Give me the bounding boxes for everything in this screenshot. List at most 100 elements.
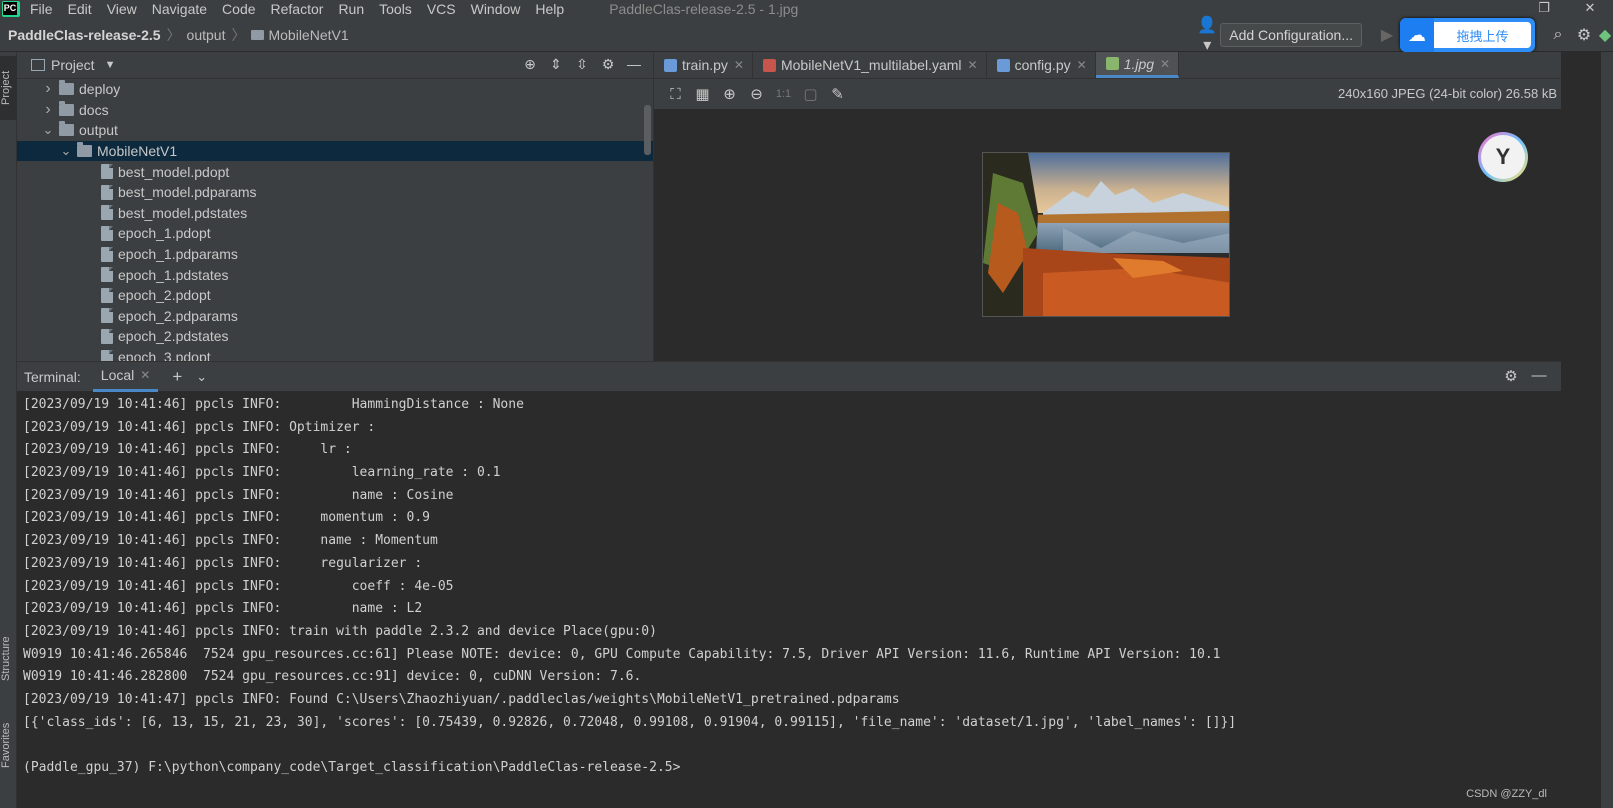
editor-tab-label: config.py bbox=[1014, 57, 1071, 73]
terminal-header: Terminal: Local ✕ + ⌄ ⚙ — bbox=[17, 361, 1561, 392]
gear-icon[interactable]: ⚙ bbox=[1497, 367, 1525, 385]
terminal-line: W0919 10:41:46.282800 7524 gpu_resources… bbox=[23, 669, 642, 685]
assistant-avatar[interactable]: Y bbox=[1478, 132, 1528, 182]
tree-file[interactable]: epoch_2.pdopt bbox=[17, 285, 653, 306]
tree-folder[interactable]: ⌄ MobileNetV1 bbox=[17, 140, 653, 162]
project-panel-title[interactable]: Project bbox=[51, 57, 95, 73]
hide-icon[interactable]: — bbox=[1525, 367, 1553, 385]
structure-tool-tab[interactable]: Structure bbox=[0, 624, 17, 694]
tree-file[interactable]: epoch_1.pdopt bbox=[17, 223, 653, 244]
terminal-line: [{'class_ids': [6, 13, 15, 21, 23, 30], … bbox=[23, 714, 1237, 730]
landscape-image bbox=[983, 153, 1229, 316]
terminal-line: [2023/09/19 10:41:46] ppcls INFO: learni… bbox=[23, 465, 501, 481]
grid-icon[interactable]: ▦ bbox=[689, 85, 716, 103]
tree-file[interactable]: epoch_2.pdstates bbox=[17, 326, 653, 347]
terminal-line: [2023/09/19 10:41:46] ppcls INFO: Optimi… bbox=[23, 419, 376, 435]
navigation-bar: PaddleClas-release-2.5 〉 output 〉 Mobile… bbox=[0, 15, 1613, 55]
editor-tab[interactable]: 1.jpg ✕ bbox=[1095, 52, 1180, 78]
tree-folder[interactable]: › docs bbox=[17, 100, 653, 121]
editor-tab[interactable]: train.py ✕ bbox=[654, 52, 753, 78]
search-icon[interactable]: ⌕ bbox=[1545, 26, 1571, 44]
chevron-right-icon[interactable]: › bbox=[41, 80, 55, 98]
hide-icon[interactable]: — bbox=[621, 56, 647, 73]
folder-icon bbox=[59, 121, 74, 137]
file-type-icon bbox=[664, 58, 677, 72]
menu-run[interactable]: Run bbox=[338, 1, 364, 17]
breadcrumb-project[interactable]: PaddleClas-release-2.5 bbox=[8, 27, 161, 43]
color-picker-icon[interactable]: ✎ bbox=[824, 85, 851, 103]
zoom-out-icon[interactable]: ⊖ bbox=[743, 85, 770, 103]
background-icon[interactable]: ▢ bbox=[797, 85, 824, 103]
add-configuration-button[interactable]: Add Configuration... bbox=[1220, 23, 1362, 47]
tree-file[interactable]: epoch_1.pdparams bbox=[17, 244, 653, 265]
terminal-output[interactable]: [2023/09/19 10:41:46] ppcls INFO: Hammin… bbox=[17, 391, 1561, 780]
editor-tab[interactable]: config.py ✕ bbox=[987, 52, 1096, 78]
menu-code[interactable]: Code bbox=[222, 1, 255, 17]
close-icon[interactable]: ✕ bbox=[1077, 58, 1087, 72]
close-icon[interactable]: ✕ bbox=[734, 58, 744, 72]
folder-icon bbox=[59, 100, 74, 116]
locate-icon[interactable]: ⊕ bbox=[517, 56, 543, 73]
gear-icon[interactable]: ⚙ bbox=[1571, 25, 1597, 45]
close-icon[interactable]: ✕ bbox=[968, 58, 978, 72]
plugin-icon[interactable]: ◆ bbox=[1597, 25, 1613, 45]
tree-folder[interactable]: ⌄ output bbox=[17, 120, 653, 141]
close-window-icon[interactable]: ✕ bbox=[1567, 0, 1613, 16]
menu-refactor[interactable]: Refactor bbox=[271, 1, 324, 17]
menu-view[interactable]: View bbox=[107, 1, 137, 17]
menu-bar: File Edit View Navigate Code Refactor Ru… bbox=[0, 0, 1613, 18]
restore-window-icon[interactable]: ❐ bbox=[1521, 0, 1567, 16]
tree-file[interactable]: best_model.pdstates bbox=[17, 203, 653, 224]
menu-help[interactable]: Help bbox=[535, 1, 564, 17]
close-icon[interactable]: ✕ bbox=[140, 368, 150, 382]
terminal-line: [2023/09/19 10:41:46] ppcls INFO: train … bbox=[23, 623, 657, 639]
breadcrumb-mobilenetv1[interactable]: MobileNetV1 bbox=[268, 27, 348, 43]
tree-file[interactable]: best_model.pdopt bbox=[17, 161, 653, 182]
menu-tools[interactable]: Tools bbox=[379, 1, 412, 17]
breadcrumb: PaddleClas-release-2.5 〉 output 〉 Mobile… bbox=[8, 25, 349, 45]
actual-size-button[interactable]: 1:1 bbox=[770, 88, 797, 100]
chevron-down-icon[interactable]: ⌄ bbox=[196, 369, 207, 385]
tree-file[interactable]: epoch_1.pdstates bbox=[17, 264, 653, 285]
chevron-right-icon[interactable]: › bbox=[41, 101, 55, 119]
chevron-down-icon[interactable]: ⌄ bbox=[41, 122, 55, 138]
terminal-title: Terminal: bbox=[24, 368, 81, 385]
terminal-line: [2023/09/19 10:41:46] ppcls INFO: name :… bbox=[23, 601, 423, 617]
tree-item-label: best_model.pdstates bbox=[118, 204, 248, 221]
menu-edit[interactable]: Edit bbox=[68, 1, 92, 17]
editor-tab[interactable]: MobileNetV1_multilabel.yaml ✕ bbox=[753, 52, 987, 78]
chevron-down-icon[interactable]: ▼ bbox=[105, 59, 116, 71]
file-type-icon bbox=[996, 58, 1010, 72]
menu-window[interactable]: Window bbox=[471, 1, 521, 17]
tree-scrollbar[interactable] bbox=[644, 105, 651, 155]
terminal-tab-local[interactable]: Local ✕ bbox=[92, 361, 159, 392]
close-icon[interactable]: ✕ bbox=[1160, 57, 1170, 71]
menu-vcs[interactable]: VCS bbox=[427, 1, 456, 17]
chevron-down-icon[interactable]: ⌄ bbox=[59, 143, 73, 159]
left-tool-strip: Project Structure Favorites bbox=[0, 52, 17, 808]
breadcrumb-output[interactable]: output bbox=[187, 27, 226, 43]
user-icon[interactable]: 👤▾ bbox=[1194, 15, 1220, 55]
gear-icon[interactable]: ⚙ bbox=[595, 56, 621, 73]
favorites-tool-tab[interactable]: Favorites bbox=[0, 710, 17, 780]
file-icon bbox=[101, 184, 113, 200]
tree-file[interactable]: best_model.pdparams bbox=[17, 182, 653, 203]
upload-widget[interactable]: ☁ 拖拽上传 bbox=[1400, 18, 1535, 52]
expand-all-icon[interactable]: ⇕ bbox=[543, 56, 569, 73]
breadcrumb-separator-icon: 〉 bbox=[231, 26, 246, 43]
project-panel-header: Project ▼ ⊕ ⇕ ⇳ ⚙ — bbox=[17, 52, 653, 79]
menu-file[interactable]: File bbox=[30, 1, 53, 17]
zoom-in-icon[interactable]: ⊕ bbox=[716, 85, 743, 103]
file-icon bbox=[101, 308, 113, 324]
tree-folder[interactable]: › deploy bbox=[17, 79, 653, 100]
project-tool-tab[interactable]: Project bbox=[0, 56, 17, 120]
tree-file[interactable]: epoch_2.pdparams bbox=[17, 306, 653, 327]
terminal-line: [2023/09/19 10:41:46] ppcls INFO: regula… bbox=[23, 555, 423, 571]
run-icon[interactable]: ▶ bbox=[1374, 25, 1400, 45]
file-type-icon bbox=[1105, 57, 1119, 70]
menu-navigate[interactable]: Navigate bbox=[152, 1, 207, 17]
fit-icon[interactable]: ⛶ bbox=[662, 86, 689, 103]
new-terminal-icon[interactable]: + bbox=[172, 367, 182, 387]
collapse-all-icon[interactable]: ⇳ bbox=[569, 56, 595, 73]
upload-label: 拖拽上传 bbox=[1434, 22, 1531, 48]
